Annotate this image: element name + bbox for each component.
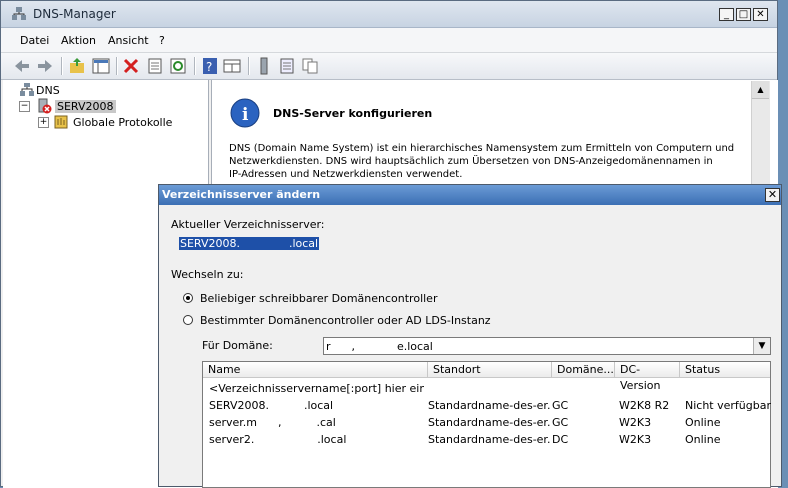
row-domaene: DC — [552, 433, 569, 446]
minimize-button[interactable]: _ — [719, 8, 734, 21]
row-domaene: GC — [552, 399, 569, 412]
row-name: server2. .local — [209, 433, 347, 446]
domain-combobox[interactable]: r , e.local ▼ — [323, 337, 771, 355]
column-header-domaene[interactable]: Domäne... — [552, 362, 615, 378]
dns-root-icon — [19, 83, 35, 97]
row-domaene: GC — [552, 416, 569, 429]
row-status: Online — [685, 433, 721, 446]
copy-icon[interactable] — [301, 57, 319, 75]
row-status: Nicht verfügbar — [685, 399, 771, 412]
forward-icon[interactable] — [36, 57, 54, 75]
menu-datei[interactable]: Datei — [20, 34, 49, 47]
delete-icon[interactable] — [122, 57, 140, 75]
tree-item-dns[interactable]: DNS — [36, 84, 60, 97]
domain-label: Für Domäne: — [202, 339, 273, 352]
dialog-title-bar[interactable]: Verzeichnisserver ändern ✕ — [159, 185, 781, 205]
column-header-name[interactable]: Name — [203, 362, 428, 378]
dns-manager-icon — [11, 6, 27, 22]
help-icon[interactable]: ? — [201, 57, 219, 75]
description-line-3: IP-Adressen und Netzwerkdiensten verwend… — [229, 169, 463, 180]
zone-icon[interactable] — [278, 57, 296, 75]
table-row[interactable]: server2. .local Standardname-des-er... D… — [203, 432, 770, 449]
current-server-label: Aktueller Verzeichnisserver: — [171, 218, 325, 231]
specific-dc-radio[interactable] — [183, 315, 193, 325]
domain-value: r , e.local — [326, 340, 433, 353]
svg-text:i: i — [242, 105, 249, 125]
table-row[interactable]: SERV2008. .local Standardname-des-er... … — [203, 398, 771, 415]
any-writable-dc-radio[interactable] — [183, 293, 193, 303]
table-row[interactable]: <Verzeichnisservername[:port] hier einge… — [203, 381, 770, 398]
row-name: <Verzeichnisservername[:port] hier einge… — [209, 382, 424, 395]
tree-item-serv2008[interactable]: SERV2008 — [55, 100, 116, 113]
row-status: Online — [685, 416, 721, 429]
view-icon[interactable] — [223, 57, 241, 75]
row-standort: Standardname-des-er... — [428, 399, 550, 412]
change-directory-server-dialog: Verzeichnisserver ändern ✕ Aktueller Ver… — [158, 184, 782, 488]
column-header-dc-version[interactable]: DC-Version — [615, 362, 680, 392]
console-tree-icon[interactable] — [92, 57, 110, 75]
title-bar[interactable]: DNS-Manager _ □ ✕ — [1, 1, 777, 28]
configure-heading: DNS-Server konfigurieren — [273, 107, 433, 120]
description-line-1: DNS (Domain Name System) ist ein hierarc… — [229, 143, 735, 154]
row-dc-version: W2K3 — [619, 433, 652, 446]
column-header-standort[interactable]: Standort — [428, 362, 552, 378]
svg-text:?: ? — [206, 60, 212, 74]
dialog-close-button[interactable]: ✕ — [765, 188, 780, 202]
server-list[interactable]: Name Standort Domäne... DC-Version Statu… — [202, 361, 771, 488]
window-title: DNS-Manager — [33, 7, 116, 21]
any-writable-dc-label[interactable]: Beliebiger schreibbarer Domänencontrolle… — [200, 292, 437, 305]
row-name: server.m , .cal — [209, 416, 336, 429]
dialog-title: Verzeichnisserver ändern — [162, 188, 321, 201]
menu-bar: Datei Aktion Ansicht ? — [1, 28, 777, 53]
switch-to-label: Wechseln zu: — [171, 268, 244, 281]
row-standort: Standardname-des-er... — [428, 416, 550, 429]
maximize-button[interactable]: □ — [736, 8, 751, 21]
close-button[interactable]: ✕ — [753, 8, 768, 21]
tree-item-globale-protokolle[interactable]: Globale Protokolle — [73, 116, 172, 129]
back-icon[interactable] — [13, 57, 31, 75]
column-header-status[interactable]: Status — [680, 362, 770, 378]
table-row[interactable]: server.m , .cal Standardname-des-er... G… — [203, 415, 770, 432]
row-dc-version: W2K8 R2 — [619, 399, 670, 412]
properties-icon[interactable] — [146, 57, 164, 75]
event-log-icon — [53, 114, 69, 130]
menu-help[interactable]: ? — [159, 34, 165, 47]
scroll-up-icon[interactable]: ▲ — [752, 81, 769, 99]
row-standort: Standardname-des-er... — [428, 433, 550, 446]
row-dc-version: W2K3 — [619, 416, 652, 429]
specific-dc-label[interactable]: Bestimmter Domänencontroller oder AD LDS… — [200, 314, 491, 327]
menu-ansicht[interactable]: Ansicht — [108, 34, 149, 47]
toolbar: ? — [1, 53, 777, 80]
chevron-down-icon[interactable]: ▼ — [753, 338, 770, 354]
refresh-icon[interactable] — [169, 57, 187, 75]
description-line-2: Netzwerkdiensten. DNS wird hauptsächlich… — [229, 156, 713, 167]
row-name: SERV2008. .local — [209, 399, 334, 412]
server-error-icon — [37, 98, 53, 114]
collapse-icon[interactable]: − — [19, 101, 30, 112]
server-icon[interactable] — [255, 57, 273, 75]
up-folder-icon[interactable] — [68, 57, 86, 75]
expand-icon[interactable]: + — [38, 117, 49, 128]
info-icon: i — [230, 98, 260, 128]
menu-aktion[interactable]: Aktion — [61, 34, 96, 47]
current-server-value: SERV2008. .local — [179, 237, 320, 250]
